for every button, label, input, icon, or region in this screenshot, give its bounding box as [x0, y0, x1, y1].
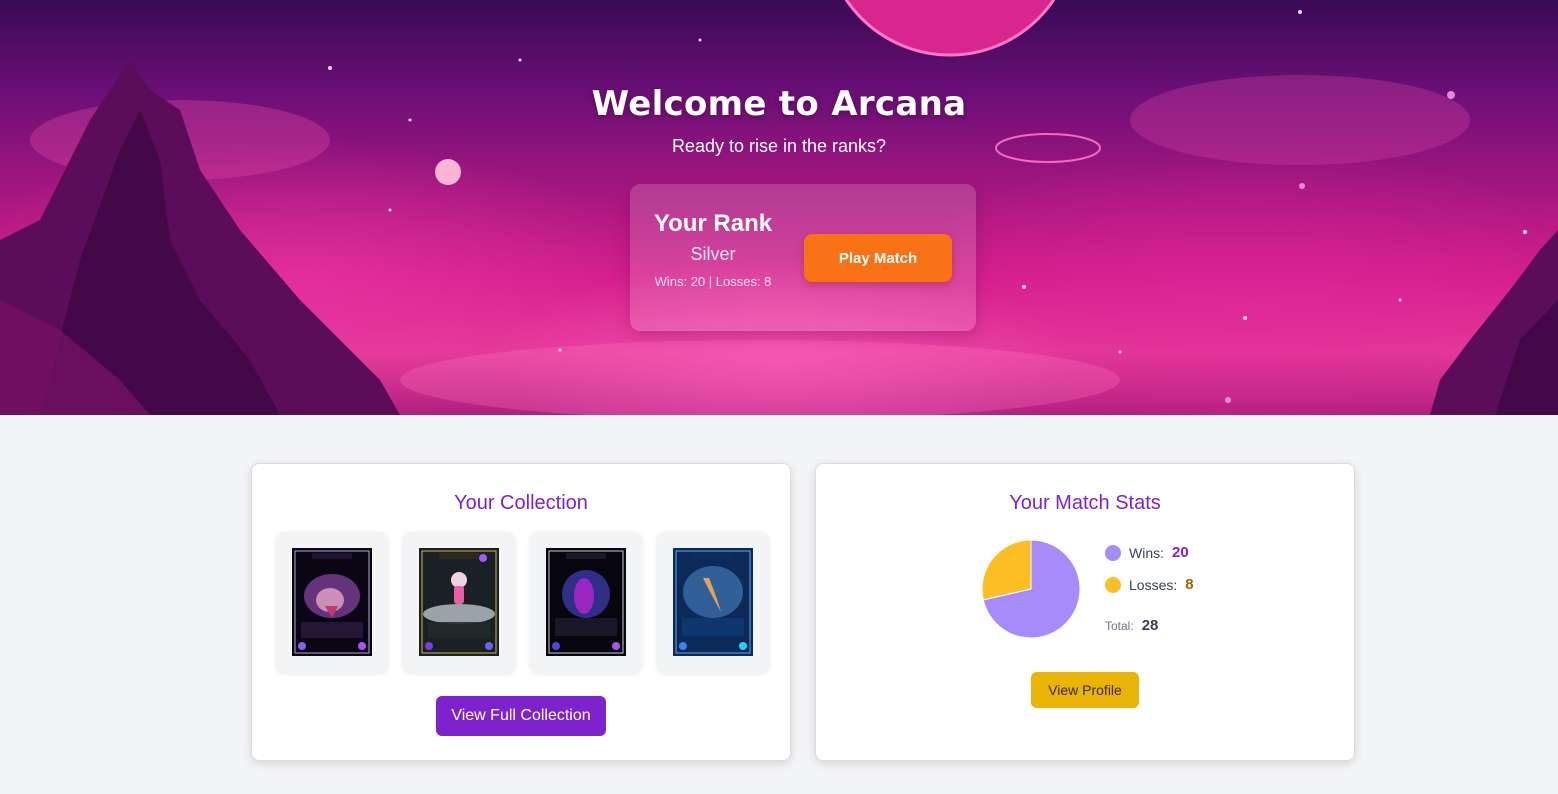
hero-subtitle: Ready to rise in the ranks? — [671, 136, 887, 156]
legend-losses: Losses: 8 — [1105, 576, 1194, 593]
hero-banner: Welcome to Arcana Ready to rise in the r… — [0, 0, 1558, 415]
pie-slice-losses — [981, 539, 1032, 601]
card-art — [546, 548, 626, 656]
collection-title: Your Collection — [454, 492, 588, 514]
view-profile-button[interactable]: View Profile — [1031, 672, 1139, 708]
card-leviathan[interactable] — [657, 532, 769, 673]
match-stats-panel: Your Match Stats Wins: 20 Losses: 8 Tota… — [815, 463, 1355, 761]
card-astral-heart[interactable] — [276, 532, 388, 673]
wins-value: 20 — [1172, 544, 1189, 561]
match-stats-title: Your Match Stats — [1009, 492, 1161, 514]
wins-label: Wins: — [1129, 544, 1164, 561]
losses-swatch — [1105, 576, 1121, 593]
card-abyssal[interactable] — [530, 532, 642, 673]
total-label: Total: — [1105, 618, 1134, 633]
total-value: 28 — [1141, 617, 1159, 634]
card-art — [673, 548, 753, 656]
card-list — [276, 532, 769, 673]
wins-losses-pie-chart — [981, 539, 1081, 639]
rank-card: Your Rank Silver Wins: 20 | Losses: 8 Pl… — [630, 184, 976, 331]
play-match-button[interactable]: Play Match — [804, 234, 952, 282]
card-art — [292, 548, 372, 656]
card-astronaut[interactable] — [403, 532, 515, 673]
legend-total: Total: 28 — [1105, 617, 1158, 634]
rank-heading: Your Rank — [653, 210, 773, 237]
view-full-collection-button[interactable]: View Full Collection — [436, 696, 606, 736]
card-art — [419, 548, 499, 656]
collection-panel: Your Collection View Full Collection — [251, 463, 791, 761]
rank-record: Wins: 20 | Losses: 8 — [654, 274, 772, 289]
rank-tier: Silver — [690, 244, 736, 264]
losses-value: 8 — [1185, 576, 1194, 593]
hero-title: Welcome to Arcana — [591, 84, 967, 124]
losses-label: Losses: — [1129, 576, 1178, 593]
wins-swatch — [1105, 544, 1121, 561]
legend-wins: Wins: 20 — [1105, 544, 1189, 561]
